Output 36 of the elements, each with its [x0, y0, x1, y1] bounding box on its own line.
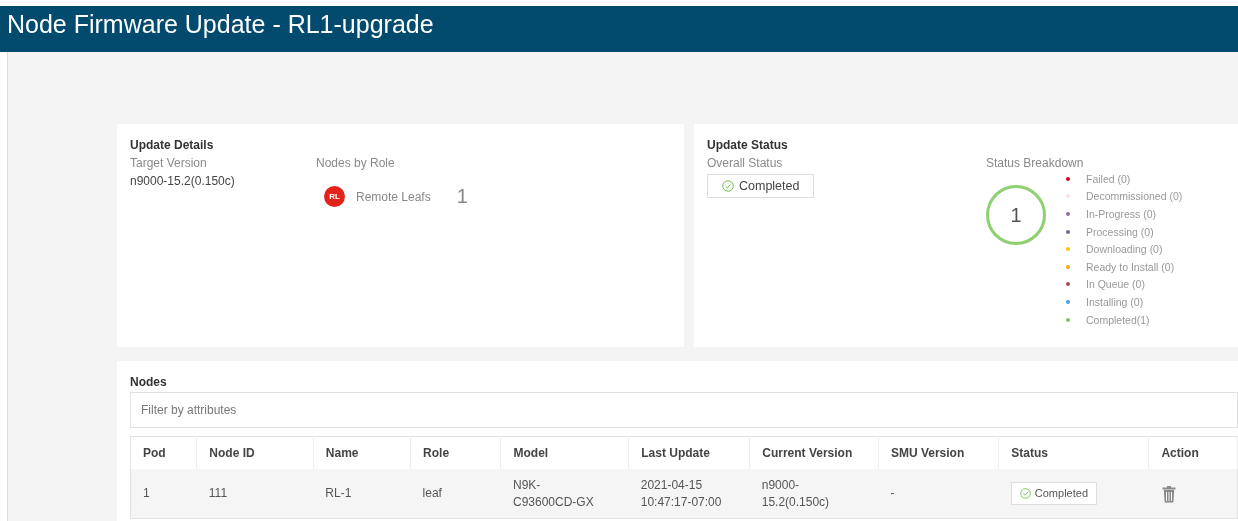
table-cell: RL-1 [313, 469, 411, 519]
filter-field[interactable]: Filter by attributes [130, 392, 1238, 428]
field-label: Nodes by Role [316, 156, 396, 170]
check-circle-icon [1019, 488, 1031, 499]
legend-label: Failed (0) [1086, 172, 1131, 185]
legend-label: Completed(1) [1086, 313, 1150, 326]
card-heading: Update Details [130, 138, 215, 152]
table-cell: 2021-04-15 10:47:17-07:00 [628, 469, 750, 519]
card-heading: Nodes [130, 375, 168, 389]
role-name: Remote Leafs [356, 189, 431, 204]
status-badge: Completed [1010, 482, 1097, 505]
target-version: n9000-15.2(0.150c) [130, 174, 236, 188]
table-cell: leaf [410, 469, 501, 519]
table-cell: n9000- 15.2(0.150c) [749, 469, 879, 519]
legend-label: Processing (0) [1086, 225, 1154, 238]
legend-label: Installing (0) [1086, 295, 1144, 308]
legend-label: In Queue (0) [1086, 278, 1145, 291]
table-cell: 1 [130, 469, 197, 519]
legend-label: In-Progress (0) [1086, 208, 1157, 220]
legend-label: Decommissioned (0) [1086, 190, 1183, 203]
table-cell: 111 [196, 469, 314, 519]
card-heading: Update Status [707, 138, 789, 152]
field-label: Status Breakdown [986, 156, 1085, 170]
table-cell: N9K- C93600CD-GX [500, 469, 629, 519]
legend-label: Ready to Install (0) [1086, 260, 1175, 273]
role-badge: RL [324, 186, 345, 207]
legend-label: Downloading (0) [1086, 243, 1163, 256]
trash-icon[interactable] [1160, 484, 1177, 503]
field-label: Target Version [130, 156, 208, 170]
page-title: Node Firmware Update - RL1-upgrade [7, 9, 434, 40]
role-count: 1 [456, 185, 468, 208]
check-circle-icon [722, 180, 734, 192]
field-label: Overall Status [707, 156, 784, 170]
total-ring: 1 [986, 185, 1046, 245]
status-badge: Completed [707, 174, 815, 198]
table-cell: - [878, 469, 999, 519]
